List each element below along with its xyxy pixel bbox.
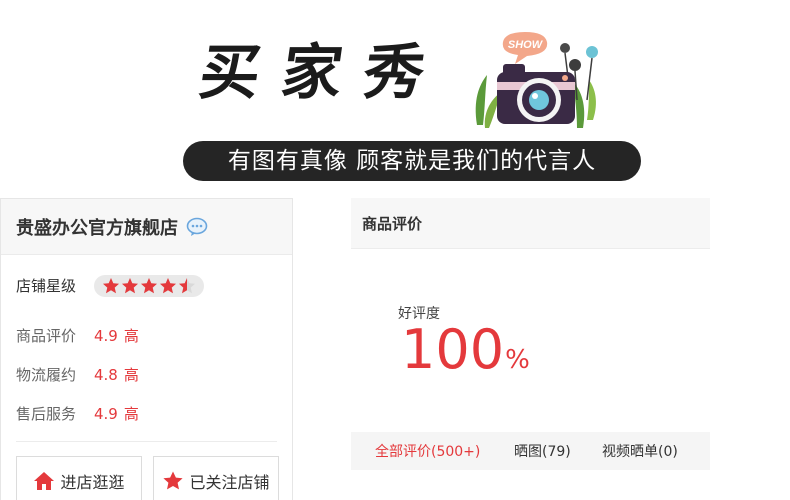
review-tabs: 全部评价(500+) 晒图(79) 视频晒单(0) (351, 432, 710, 470)
reviews-header: 商品评价 (351, 198, 710, 249)
score-label: 售后服务 (16, 405, 77, 423)
store-score-row: 售后服务 4.9 高 (16, 394, 277, 433)
good-rate-unit: % (505, 345, 530, 375)
star-icon (163, 471, 184, 490)
good-rate: 100% (401, 323, 530, 377)
page: 买家秀 SHOW 有图有真像 顾客就是我们的代言人 贵盛办公官方旗舰店 店铺星级… (0, 0, 790, 500)
star-icon (103, 277, 119, 293)
store-name[interactable]: 贵盛办公官方旗舰店 (16, 214, 178, 240)
review-tab[interactable]: 晒图(79) (514, 441, 571, 461)
store-star-rating (94, 274, 204, 297)
star-icon (179, 277, 195, 293)
star-icon (122, 277, 138, 293)
score-number: 4.9 (94, 327, 118, 345)
score-value: 4.8 高 (94, 364, 139, 385)
store-score-row: 物流履约 4.8 高 (16, 355, 277, 394)
store-score-row: 商品评价 4.9 高 (16, 316, 277, 355)
review-tab[interactable]: 全部评价(500+) (375, 441, 480, 461)
enter-store-button[interactable]: 进店逛逛 (16, 456, 142, 500)
score-level: 高 (123, 327, 139, 345)
score-value: 4.9 高 (94, 325, 139, 346)
store-card: 贵盛办公官方旗舰店 店铺星级 商品评价 4.9 高物流履约 4.8 高售后服务 4.9 高 (0, 198, 293, 500)
review-tab[interactable]: 视频晒单(0) (602, 441, 678, 461)
banner-title: 买家秀 (195, 38, 451, 108)
product-reviews: 商品评价 好评度 100% 全部评价(500+) 晒图(79) 视频晒单(0) (351, 198, 710, 500)
banner-slogan: 有图有真像 顾客就是我们的代言人 (183, 141, 641, 181)
store-star-row: 店铺星级 (16, 266, 277, 305)
score-value: 4.9 高 (94, 403, 139, 424)
score-level: 高 (123, 405, 139, 423)
score-number: 4.8 (94, 366, 118, 384)
star-icon (141, 277, 157, 293)
score-label: 商品评价 (16, 327, 77, 345)
camera-icon: SHOW (475, 32, 598, 128)
camera-badge: SHOW (508, 39, 544, 51)
store-header: 贵盛办公官方旗舰店 (1, 199, 292, 255)
score-number: 4.9 (94, 405, 118, 423)
store-rating-label: 店铺星级 (16, 277, 77, 295)
follow-store-label: 已关注店铺 (189, 473, 270, 492)
store-actions: 进店逛逛 已关注店铺 (1, 442, 292, 500)
star-icon (160, 277, 176, 293)
store-ratings: 店铺星级 商品评价 4.9 高物流履约 4.8 高售后服务 4.9 高 (1, 266, 292, 433)
chat-bubble-icon[interactable] (186, 216, 208, 238)
home-icon (34, 472, 55, 490)
buyer-show-banner: 买家秀 SHOW 有图有真像 顾客就是我们的代言人 (180, 25, 675, 190)
score-label: 物流履约 (16, 366, 77, 384)
score-level: 高 (123, 366, 139, 384)
enter-store-label: 进店逛逛 (60, 473, 125, 492)
follow-store-button[interactable]: 已关注店铺 (153, 456, 279, 500)
good-rate-value: 100 (401, 318, 505, 381)
